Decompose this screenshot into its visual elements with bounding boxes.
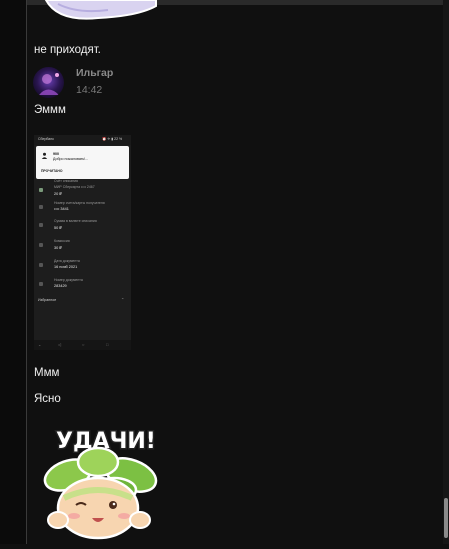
- left-rail: [0, 0, 26, 544]
- home-icon: ○: [82, 342, 85, 347]
- card-icon: [39, 188, 43, 192]
- previous-sticker[interactable]: [38, 0, 162, 22]
- doc-row: Номер счета/карты получателя •••• 3441: [38, 201, 128, 217]
- row-label: Счёт списания: [54, 179, 78, 183]
- row-value: •••• 3441: [54, 207, 69, 211]
- doc-row: МИР Сберкарта •••• 2467 20 ₽: [38, 185, 128, 201]
- message-text: Эммм: [34, 104, 66, 116]
- message-time: 14:42: [76, 84, 103, 96]
- status-app: Сбербанк: [38, 137, 54, 141]
- message-text: Ясно: [34, 393, 61, 405]
- rail-divider: [26, 0, 27, 544]
- row-value: 20 ₽: [54, 192, 62, 196]
- amount-icon: [39, 223, 43, 227]
- row-value: 16 нояб 2021: [54, 265, 78, 269]
- message-text: Ммм: [34, 367, 60, 379]
- notification-title: 900: [53, 152, 59, 156]
- doc-row: Сумма в валюте списания 50 ₽: [38, 219, 128, 235]
- calendar-icon: [39, 263, 43, 267]
- message-text: не приходят.: [34, 44, 101, 56]
- scrollbar-thumb[interactable]: [444, 498, 448, 538]
- chevron-down-icon: ⌄: [38, 342, 42, 347]
- recents-icon: □: [106, 342, 109, 347]
- row-label: МИР Сберкарта •••• 2467: [54, 185, 95, 189]
- row-label: Комиссия: [54, 239, 70, 243]
- account-icon: [39, 205, 43, 209]
- row-value: 283429: [54, 284, 67, 288]
- avatar[interactable]: [33, 67, 64, 98]
- notification-card: 900 Добро пожаловать!... ПРОЧИТАНО: [36, 146, 129, 179]
- phone-status-bar: Сбербанк ⏰ ✈ ▮ 22 %: [34, 135, 131, 145]
- sticker-image[interactable]: УДАЧИ!: [36, 420, 162, 544]
- status-icons: ⏰ ✈ ▮ 22 %: [102, 137, 123, 141]
- row-label: Дата документа: [54, 259, 80, 263]
- doc-row: Комиссия 30 ₽: [38, 239, 128, 255]
- chevron-up-icon: ⌃: [121, 297, 125, 302]
- phone-nav-bar: ⌄ ◁ ○ □: [34, 340, 131, 350]
- row-value: 50 ₽: [54, 226, 62, 230]
- notification-action: ПРОЧИТАНО: [41, 169, 63, 173]
- row-label: Номер документа: [54, 278, 83, 282]
- doc-row: Дата документа 16 нояб 2021: [38, 259, 128, 275]
- row-label: Номер счета/карты получателя: [54, 201, 105, 205]
- back-icon: ◁: [58, 342, 62, 347]
- fee-icon: [39, 243, 43, 247]
- author-name[interactable]: Ильгар: [76, 67, 113, 79]
- scrollbar[interactable]: [443, 0, 449, 544]
- user-icon: [41, 152, 48, 159]
- row-value: 30 ₽: [54, 246, 62, 250]
- notification-body: Добро пожаловать!...: [53, 157, 89, 161]
- document-icon: [39, 282, 43, 286]
- row-label: Сумма в валюте списания: [54, 219, 97, 223]
- image-attachment[interactable]: Сбербанк ⏰ ✈ ▮ 22 % 900 Добро пожаловать…: [34, 135, 131, 350]
- favorites-label: Избранное: [38, 298, 57, 302]
- doc-row: Номер документа 283429: [38, 278, 128, 294]
